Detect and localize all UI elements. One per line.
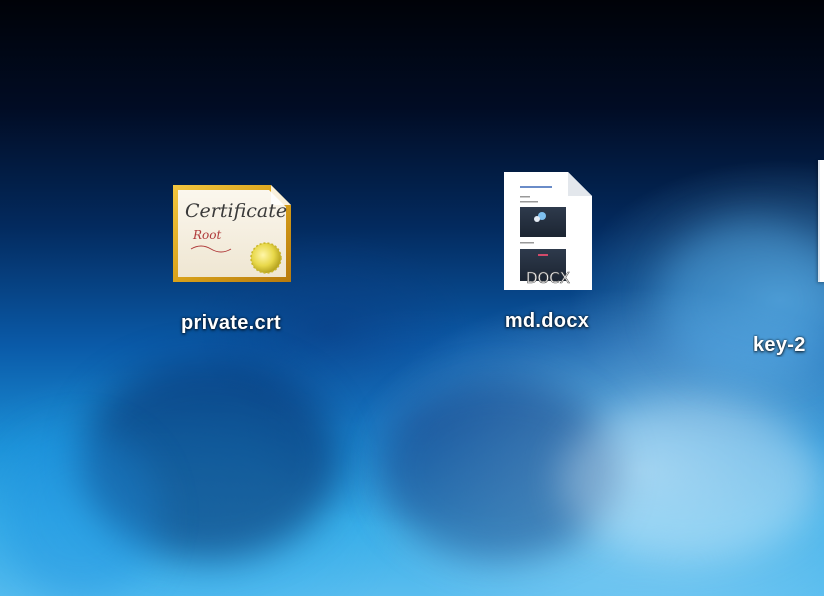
docx-badge-text: DOCX [526, 269, 570, 287]
desktop-icon-label: key-2 [753, 334, 806, 356]
wallpaper-smoke [0, 430, 160, 596]
certificate-subtitle-text: Root [192, 228, 221, 242]
desktop-icon-label-wrap: private.crt [160, 312, 302, 335]
wallpaper-smoke [380, 380, 620, 560]
desktop-icon-label-wrap: md.docx [476, 310, 618, 333]
desktop-icon-label: md.docx [504, 310, 590, 332]
certificate-icon: Certificate Root [173, 185, 291, 282]
wallpaper-smoke [560, 400, 820, 560]
file-icon [818, 160, 824, 282]
desktop-icon-label-wrap: key-2 [753, 334, 824, 357]
desktop-icon-label: private.crt [180, 312, 281, 334]
certificate-title-text: Certificate [185, 200, 287, 222]
docx-document-icon: DOCX [504, 172, 592, 290]
wallpaper-smoke [80, 360, 340, 560]
